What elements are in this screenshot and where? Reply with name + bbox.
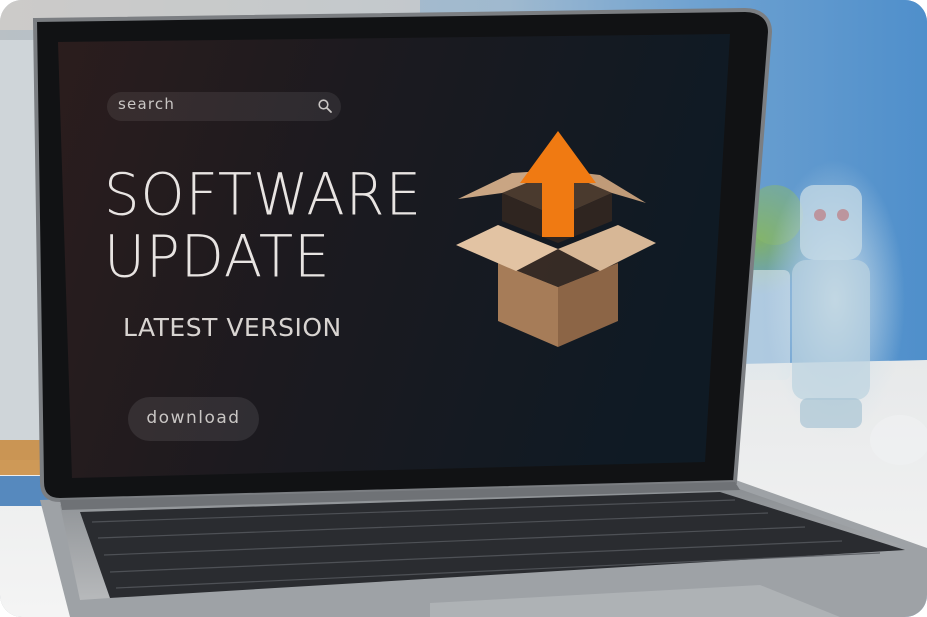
download-button-label: download — [146, 408, 241, 428]
search-icon[interactable] — [317, 98, 333, 114]
download-button[interactable]: download — [128, 397, 259, 441]
page-title-line-1: SOFTWARE — [104, 161, 422, 230]
photo-scene: search SOFTWARE UPDATE LATEST VERSION do… — [0, 0, 927, 617]
open-box-upload-arrow-icon — [450, 125, 665, 355]
page-title-line-2: UPDATE — [104, 223, 331, 292]
search-placeholder: search — [118, 95, 176, 113]
subtitle: LATEST VERSION — [123, 313, 342, 342]
search-input[interactable]: search — [107, 92, 341, 121]
